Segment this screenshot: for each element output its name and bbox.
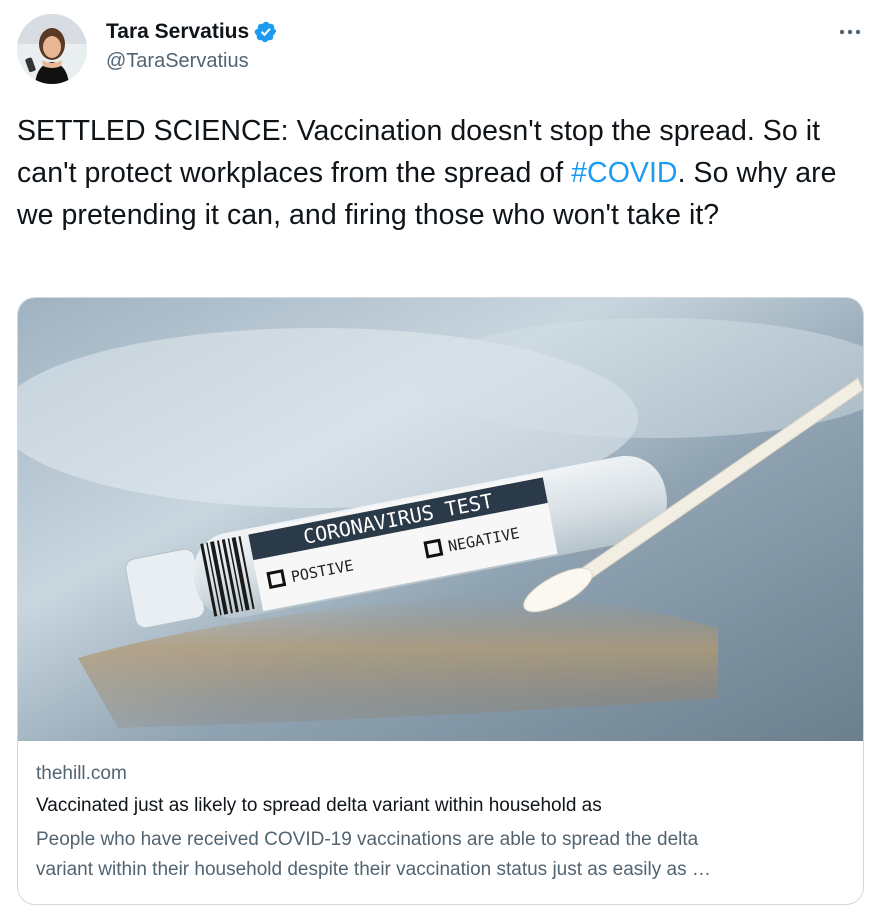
more-options-button[interactable] xyxy=(832,16,868,48)
verified-badge-icon xyxy=(254,20,278,44)
author-display-name[interactable]: Tara Servatius xyxy=(106,20,249,44)
card-description: People who have received COVID-19 vaccin… xyxy=(36,825,848,885)
card-title: Vaccinated just as likely to spread delt… xyxy=(36,795,602,816)
tweet: Tara Servatius @TaraServatius SETTLED SC… xyxy=(0,0,884,922)
author-handle[interactable]: @TaraServatius xyxy=(106,50,249,73)
card-description-line: variant within their household despite t… xyxy=(36,859,711,880)
card-description-line: People who have received COVID-19 vaccin… xyxy=(36,829,699,850)
card-meta: thehill.com Vaccinated just as likely to… xyxy=(36,761,848,885)
avatar[interactable] xyxy=(17,14,87,84)
hashtag-link[interactable]: #COVID xyxy=(571,157,677,189)
avatar-image xyxy=(17,14,87,84)
link-preview-card[interactable]: CORONAVIRUS TEST POSTIVE NEGATIVE thehil… xyxy=(17,297,864,905)
tweet-text: SETTLED SCIENCE: Vaccination doesn't sto… xyxy=(17,110,873,236)
card-image: CORONAVIRUS TEST POSTIVE NEGATIVE xyxy=(18,298,863,741)
author-name-row: Tara Servatius xyxy=(106,18,278,46)
card-domain: thehill.com xyxy=(36,763,127,784)
more-options-icon xyxy=(839,29,861,35)
